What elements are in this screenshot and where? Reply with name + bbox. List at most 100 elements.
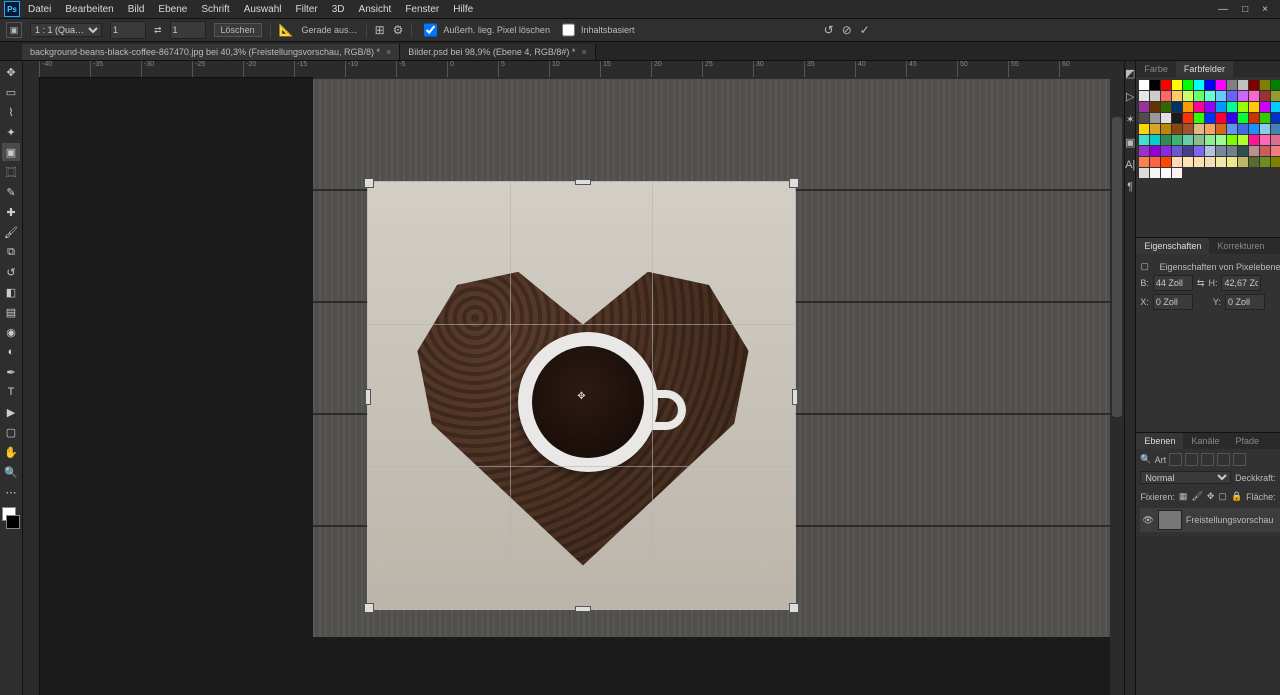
- swatch[interactable]: [1172, 113, 1182, 123]
- pen-tool[interactable]: ✒: [2, 363, 20, 381]
- dodge-tool[interactable]: ◐: [2, 343, 20, 361]
- crop-handle-ne[interactable]: [789, 178, 799, 188]
- quick-select-tool[interactable]: ✦: [2, 123, 20, 141]
- swatch[interactable]: [1194, 102, 1204, 112]
- swatch[interactable]: [1227, 135, 1237, 145]
- crop-handle-w[interactable]: [365, 389, 371, 405]
- swatch[interactable]: [1139, 80, 1149, 90]
- swatch[interactable]: [1238, 80, 1248, 90]
- swatch[interactable]: [1161, 168, 1171, 178]
- foreground-background-colors[interactable]: [2, 507, 20, 529]
- move-tool[interactable]: ✥: [2, 63, 20, 81]
- lock-transparency-icon[interactable]: ▦: [1179, 491, 1188, 502]
- swatch[interactable]: [1238, 124, 1248, 134]
- swatch[interactable]: [1139, 168, 1149, 178]
- swatch[interactable]: [1150, 168, 1160, 178]
- swatch[interactable]: [1183, 135, 1193, 145]
- swatch[interactable]: [1205, 91, 1215, 101]
- document[interactable]: ✥: [313, 77, 1113, 627]
- menu-bild[interactable]: Bild: [122, 2, 151, 17]
- swatch[interactable]: [1161, 157, 1171, 167]
- swatch[interactable]: [1150, 146, 1160, 156]
- swatch[interactable]: [1238, 146, 1248, 156]
- swatch[interactable]: [1161, 146, 1171, 156]
- edit-toolbar[interactable]: ⋯: [2, 483, 20, 501]
- menu-filter[interactable]: Filter: [290, 2, 324, 17]
- swatch[interactable]: [1249, 135, 1259, 145]
- swatch[interactable]: [1139, 124, 1149, 134]
- layer-visibility-icon[interactable]: 👁: [1142, 515, 1153, 526]
- swatch[interactable]: [1194, 124, 1204, 134]
- tab-kanaele[interactable]: Kanäle: [1183, 433, 1227, 449]
- crop-width-input[interactable]: [110, 21, 146, 39]
- adjustment-icon[interactable]: ◩: [1125, 67, 1135, 80]
- swatch[interactable]: [1249, 91, 1259, 101]
- canvas-area[interactable]: -40-35-30-25-20-15-10-505101520253035404…: [23, 61, 1124, 695]
- swatch[interactable]: [1183, 80, 1193, 90]
- swatch[interactable]: [1216, 146, 1226, 156]
- prop-x-input[interactable]: [1153, 294, 1193, 310]
- crop-handle-s[interactable]: [575, 606, 591, 612]
- lock-image-icon[interactable]: 🖌: [1191, 491, 1202, 502]
- paragraph-icon[interactable]: ¶: [1127, 181, 1133, 193]
- ruler-horizontal[interactable]: -40-35-30-25-20-15-10-505101520253035404…: [39, 61, 1124, 78]
- lock-position-icon[interactable]: ✥: [1207, 491, 1215, 502]
- cancel-crop-icon[interactable]: ⊘: [842, 23, 852, 37]
- swatch[interactable]: [1139, 113, 1149, 123]
- history-brush-tool[interactable]: ↺: [2, 263, 20, 281]
- swatch[interactable]: [1271, 146, 1280, 156]
- prop-y-input[interactable]: [1225, 294, 1265, 310]
- swatch[interactable]: [1216, 91, 1226, 101]
- menu-fenster[interactable]: Fenster: [399, 2, 445, 17]
- prop-h-input[interactable]: [1221, 275, 1261, 291]
- filter-smart-icon[interactable]: [1233, 453, 1246, 466]
- brush-preset-icon[interactable]: ✶: [1126, 113, 1135, 126]
- straighten-icon[interactable]: 📐: [279, 23, 294, 37]
- swatch[interactable]: [1150, 80, 1160, 90]
- swatch[interactable]: [1205, 102, 1215, 112]
- swatch[interactable]: [1227, 124, 1237, 134]
- window-close[interactable]: ×: [1262, 4, 1268, 15]
- swatch[interactable]: [1194, 146, 1204, 156]
- layer-name[interactable]: Freistellungsvorschau: [1186, 515, 1274, 525]
- swatch[interactable]: [1260, 157, 1270, 167]
- swatch[interactable]: [1227, 80, 1237, 90]
- swatch[interactable]: [1216, 124, 1226, 134]
- tab-korrekturen[interactable]: Korrekturen: [1209, 238, 1272, 254]
- swatch[interactable]: [1205, 135, 1215, 145]
- swatch[interactable]: [1249, 102, 1259, 112]
- swatch[interactable]: [1172, 157, 1182, 167]
- crop-handle-n[interactable]: [575, 179, 591, 185]
- filter-search-icon[interactable]: 🔍: [1140, 454, 1151, 465]
- window-minimize[interactable]: —: [1218, 4, 1228, 15]
- swatch[interactable]: [1205, 80, 1215, 90]
- doc-tab-1[interactable]: background-beans-black-coffee-867470.jpg…: [22, 44, 400, 60]
- layer-thumbnail[interactable]: [1158, 510, 1182, 530]
- tab-pfade[interactable]: Pfade: [1227, 433, 1267, 449]
- swatch[interactable]: [1161, 102, 1171, 112]
- crop-handle-se[interactable]: [789, 603, 799, 613]
- swatch[interactable]: [1238, 102, 1248, 112]
- ruler-vertical[interactable]: [23, 77, 40, 695]
- swatch[interactable]: [1172, 91, 1182, 101]
- swatch[interactable]: [1271, 157, 1280, 167]
- menu-schrift[interactable]: Schrift: [195, 2, 235, 17]
- swatch[interactable]: [1260, 102, 1270, 112]
- swatch[interactable]: [1161, 135, 1171, 145]
- swatch[interactable]: [1271, 135, 1280, 145]
- swatch[interactable]: [1238, 135, 1248, 145]
- tab-farbfelder[interactable]: Farbfelder: [1176, 61, 1233, 77]
- frame-tool[interactable]: ⿴: [2, 163, 20, 181]
- swatch[interactable]: [1194, 135, 1204, 145]
- blur-tool[interactable]: ◉: [2, 323, 20, 341]
- swatch[interactable]: [1183, 113, 1193, 123]
- swatch[interactable]: [1183, 157, 1193, 167]
- swatch[interactable]: [1271, 91, 1280, 101]
- blend-mode-select[interactable]: Normal: [1140, 471, 1231, 484]
- swatch[interactable]: [1150, 91, 1160, 101]
- character-icon[interactable]: A|: [1125, 159, 1135, 171]
- crop-handle-e[interactable]: [792, 389, 798, 405]
- swatch[interactable]: [1172, 80, 1182, 90]
- swatch[interactable]: [1172, 135, 1182, 145]
- swatch[interactable]: [1139, 135, 1149, 145]
